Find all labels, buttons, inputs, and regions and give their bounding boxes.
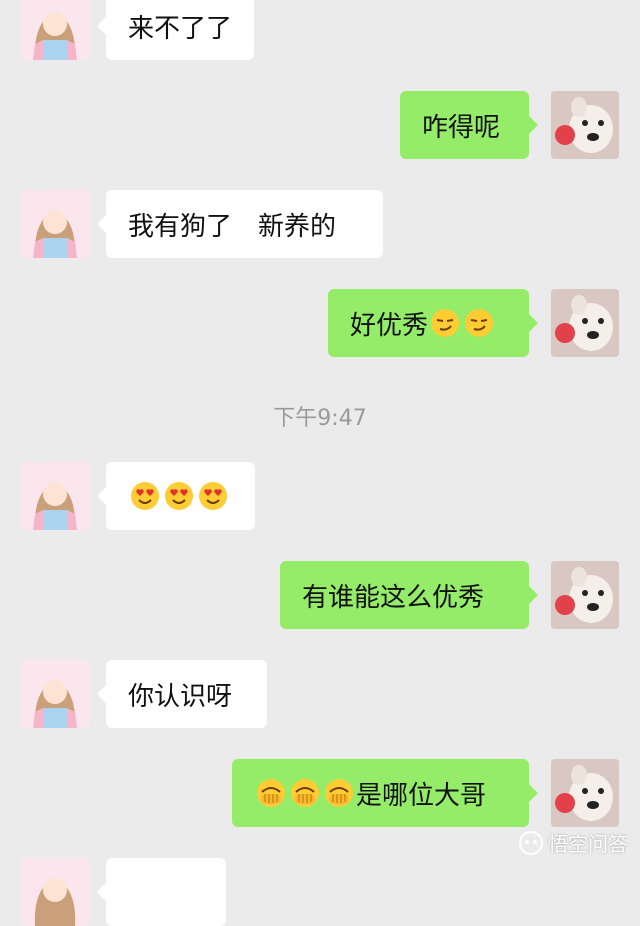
- wukong-logo-icon: [519, 830, 543, 855]
- message-bubble-sent[interactable]: 好优秀: [328, 289, 538, 357]
- dog-avatar-icon: [551, 91, 619, 159]
- message-bubble-sent[interactable]: 咋得呢: [400, 91, 538, 159]
- facepalm-emoji-icon: [291, 779, 319, 807]
- contact-avatar[interactable]: [21, 0, 89, 60]
- dog-avatar-icon: [551, 289, 619, 357]
- message-bubble-received[interactable]: 来不了了: [96, 0, 255, 60]
- message-text: 好优秀: [350, 310, 429, 341]
- message-bubble-received[interactable]: 你认识呀: [97, 660, 267, 728]
- message-text: 你认识呀: [128, 681, 233, 712]
- watermark-text: 悟空问答: [548, 832, 628, 856]
- message-bubble-sent[interactable]: 是哪位大哥: [232, 759, 538, 827]
- message-bubble-received[interactable]: [97, 858, 226, 926]
- dog-avatar-icon: [551, 759, 619, 827]
- message-text: 是哪位大哥: [356, 780, 487, 811]
- smirk-emoji-icon: [465, 309, 494, 337]
- message-text: 来不了了: [128, 13, 233, 44]
- user-avatar[interactable]: [551, 759, 619, 827]
- message-bubble-received[interactable]: 我有狗了 新养的: [97, 190, 383, 258]
- user-avatar[interactable]: [551, 289, 619, 357]
- message-text: 我有狗了 新养的: [128, 211, 337, 242]
- girl-avatar-icon: [21, 190, 89, 258]
- message-bubble-received[interactable]: [97, 462, 255, 530]
- user-avatar[interactable]: [551, 91, 619, 159]
- message-text: 咋得呢: [422, 112, 501, 143]
- message-bubble-sent[interactable]: 有谁能这么优秀: [280, 561, 538, 629]
- girl-avatar-icon: [21, 858, 89, 926]
- girl-avatar-icon: [21, 462, 89, 530]
- contact-avatar[interactable]: [21, 462, 89, 530]
- contact-avatar[interactable]: [21, 190, 89, 258]
- dog-avatar-icon: [551, 561, 619, 629]
- facepalm-emoji-icon: [257, 779, 285, 807]
- facepalm-emoji-icon: [325, 779, 353, 807]
- smirk-emoji-icon: [431, 309, 460, 337]
- heart-eyes-emoji-icon: [165, 482, 193, 510]
- contact-avatar[interactable]: [21, 660, 89, 728]
- user-avatar[interactable]: [551, 561, 619, 629]
- girl-avatar-icon: [21, 0, 89, 60]
- watermark: 悟空问答: [518, 828, 628, 857]
- heart-eyes-emoji-icon: [199, 482, 227, 510]
- heart-eyes-emoji-icon: [131, 482, 159, 510]
- contact-avatar[interactable]: [21, 858, 89, 926]
- message-text: 有谁能这么优秀: [302, 582, 485, 613]
- message-timestamp: 下午9:47: [273, 406, 367, 431]
- girl-avatar-icon: [21, 660, 89, 728]
